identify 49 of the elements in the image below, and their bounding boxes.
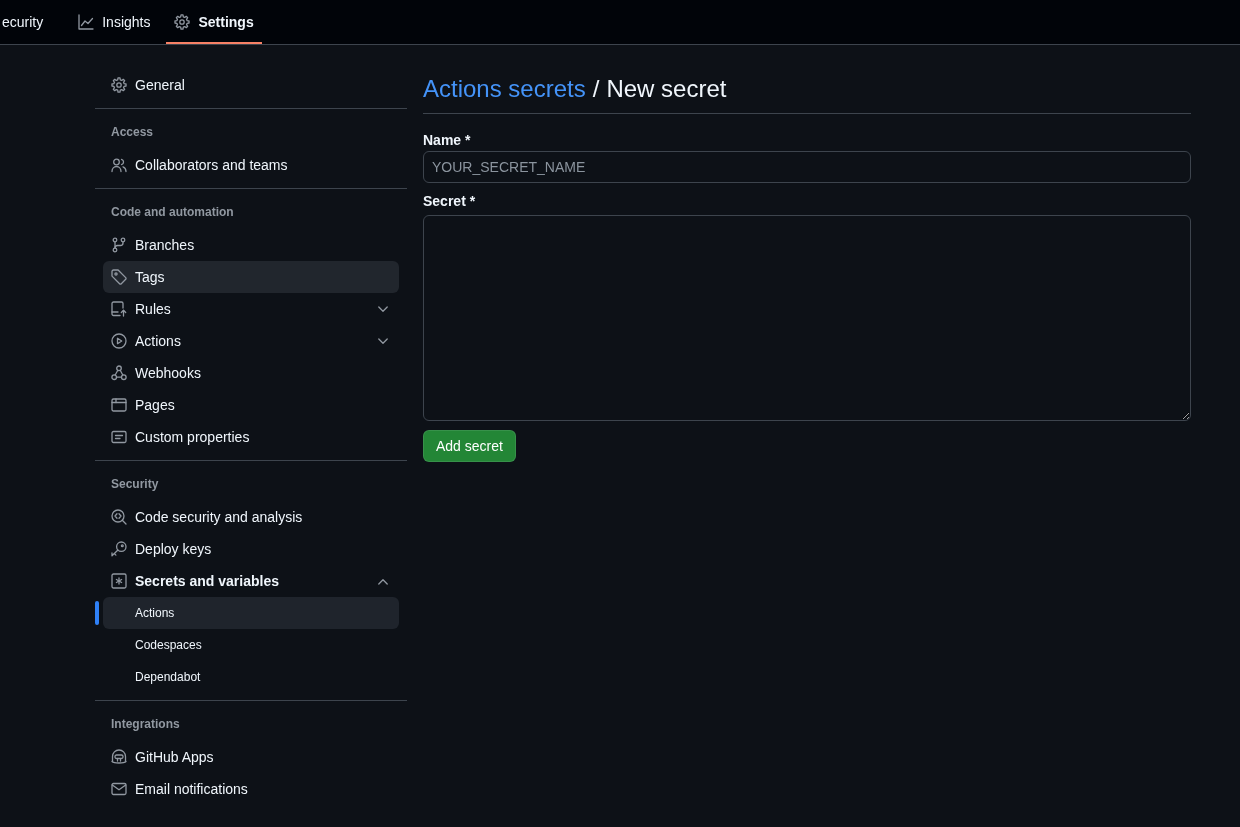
webhook-icon: [111, 365, 127, 381]
sidebar-item[interactable]: General: [103, 69, 399, 101]
sidebar-item[interactable]: Code security and analysis: [103, 501, 399, 533]
asterisk-box-icon: [111, 573, 127, 589]
sidebar-item[interactable]: Custom properties: [103, 421, 399, 453]
sidebar-item[interactable]: GitHub Apps: [103, 741, 399, 773]
sidebar-item[interactable]: Actions: [103, 325, 399, 357]
nav-tab[interactable]: Insights: [70, 0, 159, 44]
sidebar-item[interactable]: Deploy keys: [103, 533, 399, 565]
page-title: New secret: [606, 74, 727, 104]
sidebar-item[interactable]: Email notifications: [103, 773, 399, 805]
sidebar-item[interactable]: Webhooks: [103, 357, 399, 389]
section-heading: Security: [110, 476, 160, 493]
sidebar-subitem[interactable]: Dependabot: [103, 661, 399, 693]
nav-tab[interactable]: Settings: [166, 0, 262, 44]
section-heading: Access: [110, 124, 155, 141]
field-label: Name *: [423, 131, 472, 150]
envelope-icon: [111, 781, 127, 797]
key-icon: [111, 541, 127, 557]
document-arrow-icon: [111, 301, 127, 317]
robot-icon: [111, 749, 127, 765]
secret-textarea[interactable]: [423, 215, 1191, 421]
add-secret-button[interactable]: Add secret: [423, 430, 516, 462]
breadcrumb-separator: /: [592, 74, 600, 104]
code-search-icon: [111, 509, 127, 525]
browser-window-icon: [111, 397, 127, 413]
sidebar-item[interactable]: Branches: [103, 229, 399, 261]
note-icon: [111, 429, 127, 445]
section-heading: Code and automation: [110, 204, 235, 221]
line-chart-icon: [78, 14, 95, 30]
sidebar-item[interactable]: Rules: [103, 293, 399, 325]
selection-indicator: [95, 601, 99, 625]
gear-icon: [174, 14, 191, 30]
sidebar-subitem[interactable]: Codespaces: [103, 629, 399, 661]
sidebar-subitem[interactable]: Actions: [103, 597, 399, 629]
breadcrumb-link[interactable]: Actions secrets: [423, 73, 586, 105]
sidebar-item[interactable]: Tags: [103, 261, 399, 293]
sidebar-item[interactable]: Pages: [103, 389, 399, 421]
section-heading: Integrations: [110, 716, 181, 733]
tag-icon: [111, 269, 127, 285]
branch-icon: [111, 237, 127, 253]
people-icon: [111, 157, 127, 173]
gear-icon: [111, 77, 127, 93]
sidebar-item[interactable]: Secrets and variables: [103, 565, 399, 597]
field-label: Secret *: [423, 192, 477, 211]
play-icon: [111, 333, 127, 349]
sidebar-item[interactable]: Collaborators and teams: [103, 149, 399, 181]
nav-tab[interactable]: ecurity: [0, 0, 52, 44]
name-input[interactable]: YOUR_SECRET_NAME: [423, 151, 1191, 183]
